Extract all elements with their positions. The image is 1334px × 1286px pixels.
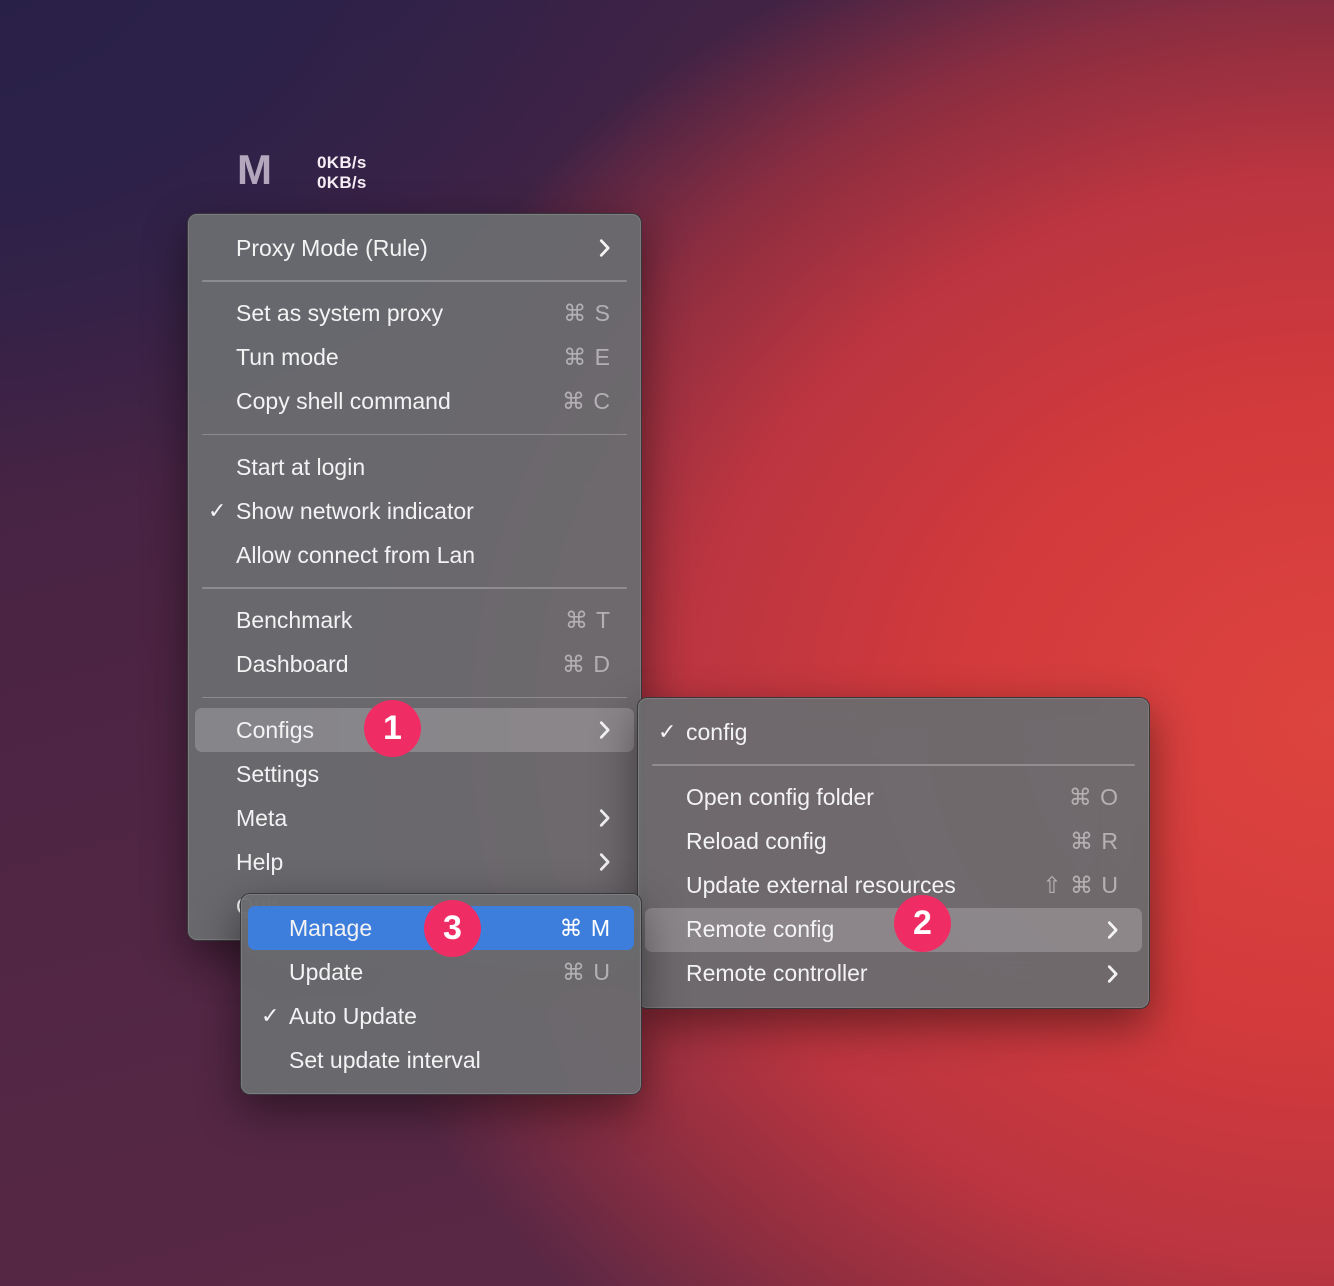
menu-item-meta[interactable]: Meta xyxy=(195,796,634,840)
chevron-right-icon xyxy=(1106,919,1119,941)
menu-item-label: Remote controller xyxy=(686,960,1092,987)
shortcut-hint: ⌘ U xyxy=(562,959,611,986)
network-speed-indicator: 0KB/s 0KB/s xyxy=(317,153,367,193)
shortcut-hint: ⌘ R xyxy=(1070,828,1119,855)
checkmark-icon: ✓ xyxy=(645,719,686,745)
menu-item-reload-config[interactable]: Reload config ⌘ R xyxy=(645,820,1142,864)
shortcut-hint: ⌘ S xyxy=(563,300,611,327)
menu-item-label: Update external resources xyxy=(686,872,1042,899)
menu-item-label: config xyxy=(686,719,1119,746)
shortcut-hint: ⌘ E xyxy=(563,344,611,371)
shortcut-hint: ⇧ ⌘ U xyxy=(1042,872,1119,899)
menu-item-label: Reload config xyxy=(686,828,1070,855)
menu-item-open-config-folder[interactable]: Open config folder ⌘ O xyxy=(645,776,1142,820)
menu-item-label: Settings xyxy=(236,761,611,788)
menu-item-copy-shell-command[interactable]: Copy shell command ⌘ C xyxy=(195,380,634,424)
menu-item-dashboard[interactable]: Dashboard ⌘ D xyxy=(195,643,634,687)
chevron-right-icon xyxy=(598,851,611,873)
menu-item-remote-controller[interactable]: Remote controller xyxy=(645,952,1142,996)
checkmark-icon: ✓ xyxy=(248,1003,289,1029)
menu-item-tun-mode[interactable]: Tun mode ⌘ E xyxy=(195,336,634,380)
menu-item-label: Show network indicator xyxy=(236,498,611,525)
chevron-right-icon xyxy=(598,807,611,829)
shortcut-hint: ⌘ O xyxy=(1069,784,1119,811)
download-speed: 0KB/s xyxy=(317,173,367,193)
menu-item-label: Proxy Mode (Rule) xyxy=(236,235,584,262)
menu-item-label: Meta xyxy=(236,805,584,832)
menu-item-allow-connect-from-lan[interactable]: Allow connect from Lan xyxy=(195,533,634,577)
menu-item-label: Remote config xyxy=(686,916,1092,943)
menu-item-label: Copy shell command xyxy=(236,388,562,415)
menu-separator xyxy=(202,434,627,436)
menu-item-label: Tun mode xyxy=(236,344,563,371)
menu-item-set-update-interval[interactable]: Set update interval xyxy=(248,1038,634,1082)
menu-item-config[interactable]: ✓ config xyxy=(645,710,1142,754)
menu-item-start-at-login[interactable]: Start at login xyxy=(195,445,634,489)
menubar-status-item[interactable]: M 0KB/s 0KB/s xyxy=(237,150,367,193)
menu-item-label: Start at login xyxy=(236,454,611,481)
shortcut-hint: ⌘ D xyxy=(562,651,611,678)
shortcut-hint: ⌘ T xyxy=(565,607,611,634)
menu-separator xyxy=(202,587,627,589)
chevron-right-icon xyxy=(1106,963,1119,985)
menu-separator xyxy=(202,280,627,282)
menu-item-show-network-indicator[interactable]: ✓ Show network indicator xyxy=(195,489,634,533)
menu-item-proxy-mode[interactable]: Proxy Mode (Rule) xyxy=(195,226,634,270)
menu-item-benchmark[interactable]: Benchmark ⌘ T xyxy=(195,599,634,643)
menu-item-set-system-proxy[interactable]: Set as system proxy ⌘ S xyxy=(195,292,634,336)
menu-item-label: Set update interval xyxy=(289,1047,611,1074)
step-badge-3: 3 xyxy=(424,900,481,957)
menu-item-label: Allow connect from Lan xyxy=(236,542,611,569)
chevron-right-icon xyxy=(598,719,611,741)
menu-item-help[interactable]: Help xyxy=(195,840,634,884)
configs-submenu: ✓ config Open config folder ⌘ O Reload c… xyxy=(637,697,1150,1009)
step-badge-1: 1 xyxy=(364,700,421,757)
step-badge-2: 2 xyxy=(894,895,951,952)
menu-separator xyxy=(202,697,627,699)
checkmark-icon: ✓ xyxy=(195,498,236,524)
shortcut-hint: ⌘ C xyxy=(562,388,611,415)
menu-item-update-external-resources[interactable]: Update external resources ⇧ ⌘ U xyxy=(645,864,1142,908)
menu-item-label: Auto Update xyxy=(289,1003,611,1030)
menu-item-label: Dashboard xyxy=(236,651,562,678)
shortcut-hint: ⌘ M xyxy=(559,915,611,942)
chevron-right-icon xyxy=(598,237,611,259)
menu-item-update[interactable]: Update ⌘ U xyxy=(248,950,634,994)
menu-item-label: Open config folder xyxy=(686,784,1069,811)
app-m-icon[interactable]: M xyxy=(237,150,271,190)
menu-item-label: Update xyxy=(289,959,562,986)
menu-separator xyxy=(652,764,1135,766)
menu-item-label: Set as system proxy xyxy=(236,300,563,327)
upload-speed: 0KB/s xyxy=(317,153,367,173)
main-menu: Proxy Mode (Rule) Set as system proxy ⌘ … xyxy=(187,213,642,941)
menu-item-label: Help xyxy=(236,849,584,876)
menu-item-auto-update[interactable]: ✓ Auto Update xyxy=(248,994,634,1038)
menu-item-remote-config[interactable]: Remote config xyxy=(645,908,1142,952)
menu-item-label: Benchmark xyxy=(236,607,565,634)
menu-item-settings[interactable]: Settings xyxy=(195,752,634,796)
